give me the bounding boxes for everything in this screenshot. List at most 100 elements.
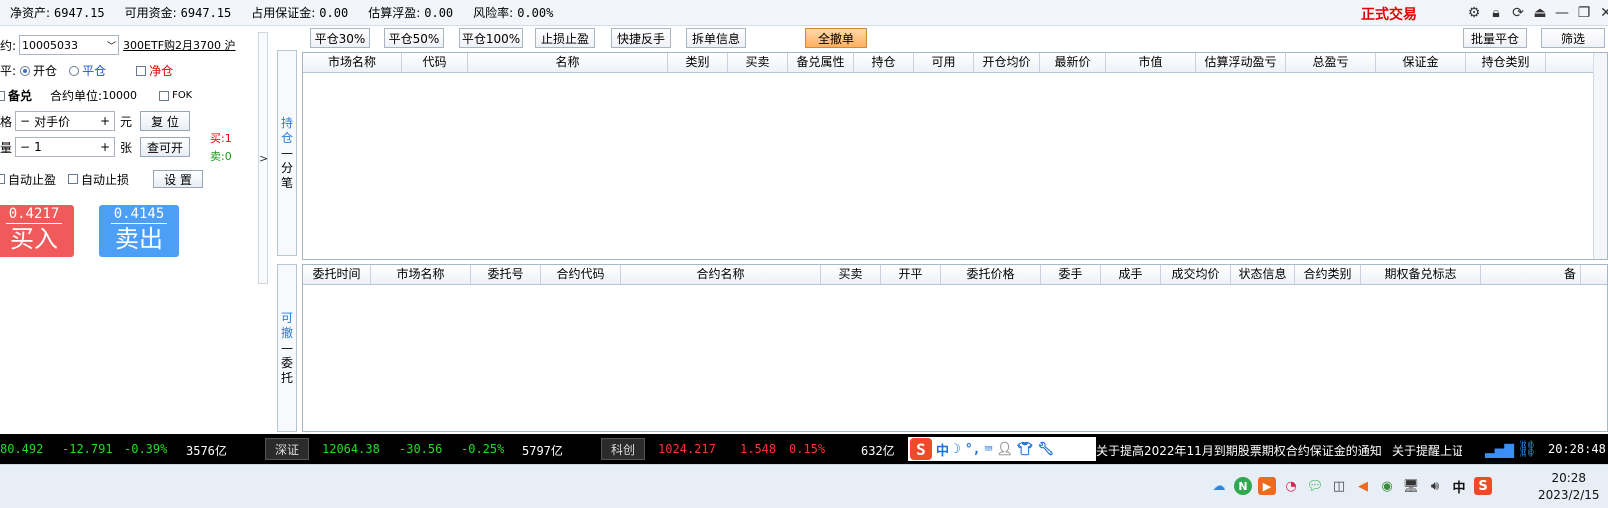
keyboard-icon[interactable]: ⌨ [985, 442, 993, 457]
split-info-button[interactable]: 拆单信息 [686, 28, 746, 48]
positions-col-header[interactable]: 持仓类别 [1466, 53, 1546, 72]
positions-col-header[interactable]: 市场名称 [303, 53, 402, 72]
shenzhen-index-button[interactable]: 深证 [265, 438, 309, 460]
orders-col-header[interactable]: 合约类别 [1295, 265, 1361, 284]
shirt-icon[interactable]: 👕︎ [1017, 442, 1034, 457]
reset-button[interactable]: 复 位 [140, 111, 191, 131]
close-icon[interactable]: ✕ [1598, 4, 1608, 22]
qty-stepper[interactable]: − 1 + [15, 137, 116, 157]
open-radio[interactable] [20, 65, 31, 76]
star-market-button[interactable]: 科创 [601, 438, 645, 460]
cloud-icon[interactable]: ☁ [1210, 477, 1228, 495]
fok-checkbox[interactable] [159, 90, 170, 101]
plus-icon[interactable]: + [100, 140, 110, 154]
close-radio[interactable] [69, 65, 80, 76]
orders-col-header[interactable]: 市场名称 [371, 265, 471, 284]
cancel-all-button[interactable]: 全撤单 [805, 28, 867, 48]
sogou-tray-icon[interactable]: S [1474, 477, 1492, 495]
n-app-icon[interactable]: N [1234, 477, 1252, 495]
tp-sl-button[interactable]: 止损止盈 [535, 28, 595, 48]
positions-col-header[interactable]: 备兑属性 [788, 53, 854, 72]
orders-col-header[interactable]: 成手 [1101, 265, 1161, 284]
contract-name-link[interactable]: 300ETF购2月3700 沪 [123, 37, 235, 53]
positions-col-header[interactable]: 持仓 [854, 53, 914, 72]
link-icon[interactable]: ⛓ [1517, 439, 1537, 458]
filter-button[interactable]: 筛选 [1541, 28, 1605, 48]
orange-app-icon[interactable]: ▶ [1258, 477, 1276, 495]
screenshot-icon[interactable]: ◫ [1330, 477, 1348, 495]
minus-icon[interactable]: − [20, 114, 30, 128]
lock-icon[interactable]: 🔒︎ [1488, 4, 1504, 22]
orders-col-header[interactable]: 买卖 [821, 265, 881, 284]
buy-button[interactable]: 0.4217 买入 [0, 205, 74, 257]
minimize-icon[interactable]: — [1554, 4, 1570, 22]
orders-col-header[interactable]: 合约名称 [621, 265, 821, 284]
close-50-button[interactable]: 平仓50% [384, 28, 444, 48]
orders-col-header[interactable]: 成交均价 [1161, 265, 1231, 284]
wrench-icon[interactable]: 🔧︎ [1037, 442, 1054, 457]
check-available-button[interactable]: 查可开 [140, 137, 191, 157]
chevron-down-icon: ﹀ [107, 41, 117, 52]
orders-col-header[interactable]: 委手 [1041, 265, 1101, 284]
tab-cancelable-orders[interactable]: 可 撤 — 委 托 [277, 264, 297, 432]
moon-icon[interactable]: ☽ [953, 442, 961, 457]
orders-col-header[interactable]: 期权备兑标志 [1361, 265, 1481, 284]
buy-available: 买:1 [210, 132, 232, 145]
orders-col-header[interactable]: 委托价格 [941, 265, 1041, 284]
red-app-icon[interactable]: ◔ [1282, 477, 1300, 495]
positions-col-header[interactable]: 名称 [468, 53, 668, 72]
settings-button[interactable]: 设 置 [153, 170, 204, 188]
orders-col-header[interactable]: 委托时间 [303, 265, 371, 284]
expand-panel-arrow[interactable]: > [259, 152, 268, 165]
auto-sl-checkbox[interactable] [68, 174, 79, 184]
positions-scrollbar[interactable] [1593, 53, 1607, 259]
network-icon[interactable]: 🖥︎ [1402, 477, 1420, 495]
ime-mode-chinese[interactable]: 中 [936, 440, 949, 459]
positions-col-header[interactable]: 总盈亏 [1286, 53, 1376, 72]
positions-col-header[interactable]: 开仓均价 [974, 53, 1040, 72]
speaker-app-icon[interactable]: ◀ [1354, 477, 1372, 495]
news-item[interactable]: 关于提高2022年11月到期股票期权合约保证金的通知 [1096, 442, 1382, 459]
volume-icon[interactable]: 🔊︎ [1426, 477, 1444, 495]
positions-col-header[interactable]: 买卖 [728, 53, 788, 72]
kc-pct: 0.15% [789, 442, 826, 456]
sogou-ime-icon[interactable]: S [910, 438, 932, 460]
contract-select[interactable]: 10005033 ﹀ [19, 35, 120, 55]
positions-col-header[interactable]: 估算浮动盈亏 [1196, 53, 1286, 72]
positions-col-header[interactable]: 保证金 [1376, 53, 1466, 72]
auto-tp-checkbox[interactable] [0, 174, 5, 184]
positions-col-header[interactable]: 可用 [914, 53, 974, 72]
positions-col-header[interactable]: 代码 [402, 53, 468, 72]
taskbar-clock[interactable]: 20:28 2023/2/15 [1538, 470, 1600, 504]
punctuation-icon[interactable]: °, [965, 442, 981, 457]
tab-positions[interactable]: 持 仓 — 分 笔 [277, 50, 297, 256]
restore-icon[interactable]: ❐ [1576, 4, 1592, 22]
quick-reverse-button[interactable]: 快捷反手 [611, 28, 671, 48]
eject-icon[interactable]: ⏏ [1532, 4, 1548, 22]
kc-value: 1024.217 [658, 442, 716, 456]
orders-col-header[interactable]: 备 [1481, 265, 1581, 284]
orders-col-header[interactable]: 委托号 [471, 265, 541, 284]
wechat-icon[interactable]: 💬︎ [1306, 477, 1324, 495]
batch-close-button[interactable]: 批量平仓 [1463, 28, 1527, 48]
news-item[interactable]: 关于提醒上证50E [1392, 442, 1462, 459]
orders-col-header[interactable]: 开平 [881, 265, 941, 284]
close-100-button[interactable]: 平仓100% [459, 28, 523, 48]
user-icon[interactable]: 👤︎ [996, 442, 1013, 457]
nvidia-icon[interactable]: ◉ [1378, 477, 1396, 495]
plus-icon[interactable]: + [100, 114, 110, 128]
refresh-icon[interactable]: ⟳ [1510, 4, 1526, 22]
taskbar-ime-mode[interactable]: 中 [1450, 477, 1468, 496]
netclose-checkbox[interactable] [136, 65, 147, 76]
close-30-button[interactable]: 平仓30% [310, 28, 370, 48]
covered-checkbox[interactable] [0, 90, 5, 101]
gear-icon[interactable]: ⚙ [1466, 4, 1482, 22]
sell-button[interactable]: 0.4145 卖出 [99, 205, 179, 257]
positions-col-header[interactable]: 最新价 [1040, 53, 1106, 72]
minus-icon[interactable]: − [20, 140, 30, 154]
positions-col-header[interactable]: 类别 [668, 53, 728, 72]
orders-col-header[interactable]: 状态信息 [1231, 265, 1295, 284]
price-input[interactable]: − 对手价 + [15, 111, 116, 131]
positions-col-header[interactable]: 市值 [1106, 53, 1196, 72]
orders-col-header[interactable]: 合约代码 [541, 265, 621, 284]
